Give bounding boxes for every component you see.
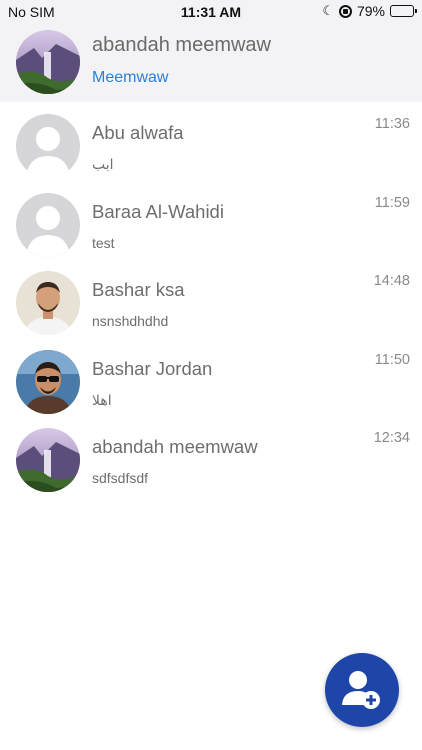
chat-last-message: nsnshdhdhd — [92, 313, 169, 329]
chat-row[interactable]: Abu alwafa ابب 11:36 — [0, 102, 422, 181]
chat-time: 12:34 — [373, 430, 410, 446]
person-photo-icon — [16, 271, 80, 335]
status-indicators: ☾ 79% — [322, 3, 417, 19]
default-person-icon — [16, 192, 80, 257]
chat-last-message: اهلا — [92, 391, 112, 408]
default-person-icon — [16, 114, 80, 178]
chat-time: 14:48 — [373, 273, 410, 289]
person-sunglasses-photo-icon — [16, 349, 80, 414]
chat-avatar — [16, 114, 80, 178]
chat-avatar — [16, 271, 80, 335]
battery-icon — [390, 5, 417, 17]
chat-last-message: sdfsdfsdf — [92, 470, 149, 486]
profile-name: abandah meemwaw — [92, 34, 271, 56]
chat-row[interactable]: Bashar Jordan اهلا 11:50 — [0, 338, 422, 417]
status-bar: No SIM 11:31 AM ☾ 79% — [0, 0, 422, 24]
chat-last-message: ابب — [92, 156, 114, 172]
chat-avatar — [16, 428, 80, 492]
chat-avatar — [16, 349, 80, 414]
orientation-lock-icon — [338, 4, 352, 18]
chat-name: Baraa Al-Wahidi — [92, 200, 224, 222]
chat-name: Bashar ksa — [92, 279, 185, 300]
chat-name: Abu alwafa — [92, 122, 184, 143]
waterfall-photo-icon — [16, 30, 80, 94]
add-contact-button[interactable] — [325, 653, 399, 727]
waterfall-photo-icon — [16, 428, 80, 492]
chat-row[interactable]: Baraa Al-Wahidi test 11:59 — [0, 181, 422, 260]
chat-time: 11:36 — [374, 116, 410, 132]
chat-last-message: test — [92, 234, 115, 251]
chat-name: Bashar Jordan — [92, 357, 213, 379]
chat-list: Abu alwafa ابب 11:36 Baraa Al-Wahidi tes… — [0, 102, 422, 495]
profile-avatar[interactable] — [16, 30, 80, 94]
add-contact-icon — [342, 671, 380, 709]
chat-row[interactable]: abandah meemwaw sdfsdfsdf 12:34 — [0, 416, 422, 495]
battery-percent: 79% — [356, 3, 385, 19]
profile-status: Meemwaw — [92, 69, 169, 86]
chat-row[interactable]: Bashar ksa nsnshdhdhd 14:48 — [0, 259, 422, 338]
chat-name: abandah meemwaw — [92, 436, 258, 457]
chat-time: 11:59 — [374, 194, 410, 211]
chat-time: 11:50 — [374, 351, 410, 368]
moon-icon: ☾ — [322, 3, 334, 18]
chat-avatar — [16, 192, 80, 257]
profile-header[interactable]: abandah meemwaw Meemwaw — [0, 24, 422, 102]
